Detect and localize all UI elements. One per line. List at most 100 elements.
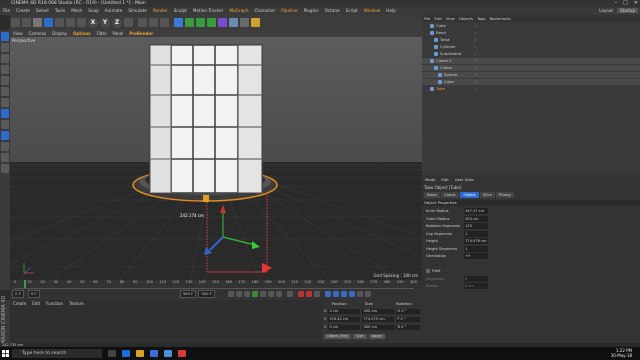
next-frame-icon[interactable] (259, 291, 266, 297)
tweak-mode-icon[interactable] (1, 120, 9, 129)
scale-key-icon[interactable] (332, 291, 339, 297)
object-row[interactable]: Cube ✓ (422, 79, 640, 85)
enable-snap-icon[interactable] (1, 142, 9, 151)
menu-motion-tracker[interactable]: Motion Tracker (190, 7, 227, 15)
render-picture-viewer-icon[interactable] (149, 18, 158, 27)
menu-simulate[interactable]: Simulate (125, 7, 150, 15)
object-menu-tags[interactable]: Tags (475, 15, 487, 22)
object-row[interactable]: Cloner.1 ✓ (422, 58, 640, 64)
goto-end-icon[interactable] (275, 291, 282, 297)
keyframe-selection-icon[interactable] (313, 291, 320, 297)
recent-tools-icon[interactable] (77, 18, 86, 27)
preview-end-field[interactable]: 300 F (198, 290, 215, 298)
viewport-menu-prorender[interactable]: ProRender (126, 30, 156, 37)
material-menu-create[interactable]: Create (10, 300, 29, 307)
workplane-mode-icon[interactable] (1, 65, 9, 74)
y-axis-lock[interactable]: Y (100, 17, 110, 28)
object-menu-bookmarks[interactable]: Bookmarks (488, 15, 513, 22)
menu-help[interactable]: Help (383, 7, 399, 15)
x-axis-lock[interactable]: X (88, 17, 98, 28)
spline-pen-icon[interactable] (185, 18, 194, 27)
tab-object[interactable]: Object (460, 192, 479, 198)
viewport-perspective[interactable]: Perspective 242.174 cm Grid Spacing : 10… (10, 37, 422, 280)
close-icon[interactable]: ✕ (634, 0, 638, 6)
menu-window[interactable]: Window (361, 7, 384, 15)
start-frame-field[interactable]: 0 F (12, 290, 24, 298)
prev-frame-icon[interactable] (243, 291, 250, 297)
visibility-check-icon[interactable]: ✓ (474, 30, 477, 36)
file-explorer-icon[interactable] (136, 350, 144, 357)
menu-sculpt[interactable]: Sculpt (171, 7, 190, 15)
model-mode-icon[interactable] (1, 43, 9, 52)
timeline-menu-icon[interactable] (364, 291, 371, 297)
edges-mode-icon[interactable] (1, 87, 9, 96)
texture-mode-icon[interactable] (1, 54, 9, 63)
coord-size-dropdown[interactable]: Size (353, 334, 367, 339)
object-row[interactable]: Subdivided ✓ (422, 51, 640, 57)
viewport-menu-options[interactable]: Options (70, 30, 94, 37)
cube-icon[interactable] (174, 18, 183, 27)
menu-pipeline[interactable]: Pipeline (278, 7, 300, 15)
menu-mograph[interactable]: MoGraph (226, 7, 251, 15)
move-icon[interactable] (44, 18, 53, 27)
menu-script[interactable]: Script (343, 7, 361, 15)
playhead[interactable] (24, 280, 26, 288)
layout-dropdown[interactable]: Startup (617, 8, 638, 13)
tab-phong[interactable]: Phong (495, 192, 514, 198)
apply-button[interactable]: Apply (368, 334, 385, 339)
render-view-icon[interactable] (138, 18, 147, 27)
menu-select[interactable]: Select (33, 7, 52, 15)
coordinate-system-icon[interactable] (124, 18, 133, 27)
position-key-icon[interactable] (324, 291, 331, 297)
windows-start-icon[interactable] (2, 350, 9, 357)
attribute-value-field[interactable]: 125 (464, 223, 488, 229)
coord-rot-p[interactable]: P 0 ° (396, 317, 421, 322)
scale-icon[interactable] (55, 18, 64, 27)
coord-pos-z[interactable]: 0 cm (328, 325, 361, 330)
camera-icon[interactable] (240, 18, 249, 27)
object-menu-objects[interactable]: Objects (457, 15, 475, 22)
attribute-value-field[interactable]: 247.17 cm (464, 208, 488, 214)
pla-key-icon[interactable] (356, 291, 363, 297)
current-frame-field[interactable]: 0 F (27, 290, 40, 298)
object-row[interactable]: Tube ✓ (422, 86, 640, 92)
live-selection-icon[interactable] (33, 18, 42, 27)
enable-axis-icon[interactable] (1, 109, 9, 118)
visibility-check-icon[interactable]: ✓ (474, 86, 477, 92)
attribute-value-field[interactable]: 774.076 cm (464, 238, 488, 244)
viewport-menu-filter[interactable]: Filter (94, 30, 110, 37)
coord-pos-y[interactable]: 193.42 cm (328, 317, 361, 322)
attribute-menu-user-data[interactable]: User Data (452, 177, 477, 182)
menu-create[interactable]: Create (13, 7, 33, 15)
tab-basic[interactable]: Basic (424, 192, 441, 198)
object-row[interactable]: Twist ✓ (422, 37, 640, 43)
subdivision-surface-icon[interactable] (196, 18, 205, 27)
store-icon[interactable] (150, 350, 158, 357)
coord-mode-dropdown[interactable]: Object (Rel) (324, 334, 352, 339)
maximize-icon[interactable]: □ (623, 0, 628, 6)
menu-snap[interactable]: Snap (85, 7, 102, 15)
undo-icon[interactable] (11, 18, 20, 27)
points-mode-icon[interactable] (1, 76, 9, 85)
edge-browser-icon[interactable] (122, 350, 130, 357)
light-icon[interactable] (251, 18, 260, 27)
menu-octane[interactable]: Octane (322, 7, 343, 15)
attribute-value-field[interactable]: 1 (464, 245, 488, 252)
task-view-icon[interactable] (108, 350, 116, 357)
prev-key-icon[interactable] (235, 291, 242, 297)
edit-render-settings-icon[interactable] (160, 18, 169, 27)
floor-icon[interactable] (229, 18, 238, 27)
z-axis-lock[interactable]: Z (112, 17, 122, 28)
attribute-value-field[interactable]: 1 (464, 230, 488, 237)
attribute-menu-edit[interactable]: Edit (438, 177, 451, 182)
object-row[interactable]: Sphere ✓ (422, 72, 640, 78)
visibility-check-icon[interactable]: ✓ (474, 65, 477, 71)
coord-rot-h[interactable]: H 0 ° (396, 309, 421, 314)
coord-rot-b[interactable]: B 0 ° (396, 325, 421, 330)
menu-render[interactable]: Render (150, 7, 171, 15)
coord-pos-x[interactable]: 0 cm (328, 309, 361, 314)
timeline-ruler[interactable]: 0 10 20 30 40 50 60 70 80 90 100 110 120 130 140 150 160… (14, 280, 417, 289)
object-row[interactable]: Cylinder ✓ (422, 44, 640, 50)
autokey-icon[interactable] (305, 291, 312, 297)
rotation-key-icon[interactable] (340, 291, 347, 297)
